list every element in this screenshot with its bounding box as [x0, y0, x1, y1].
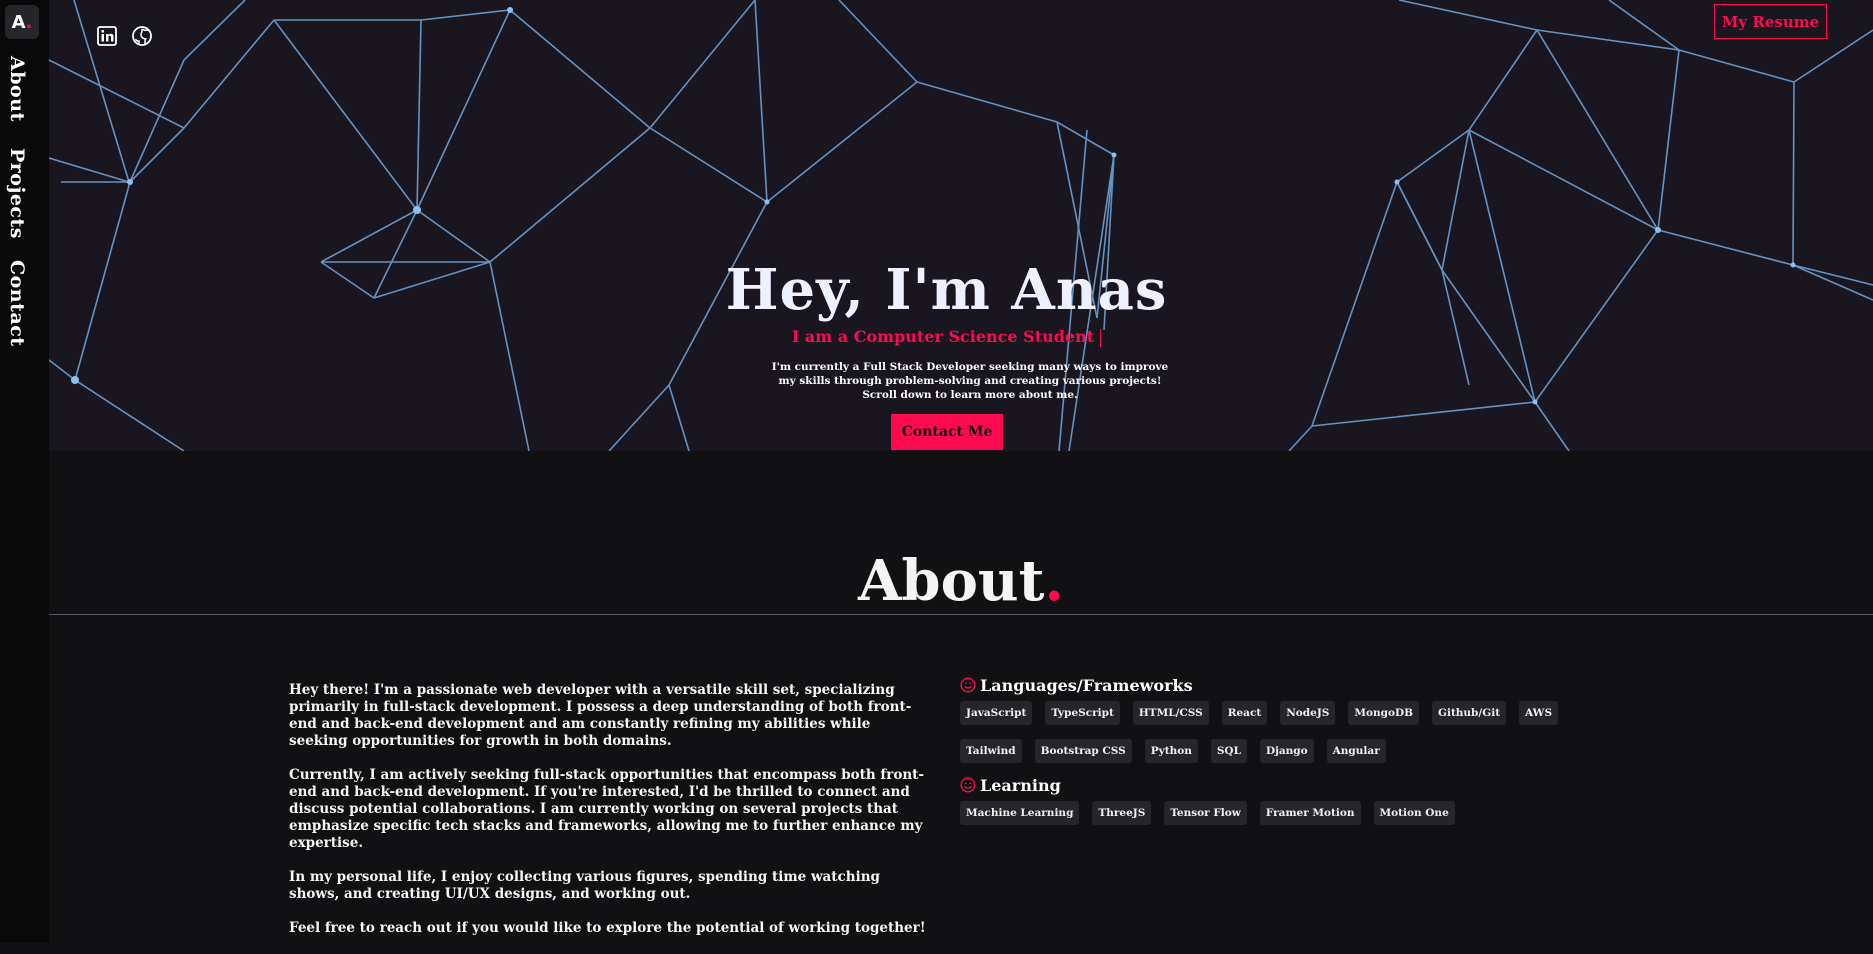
skill-tag: SQL	[1210, 739, 1247, 763]
about-paragraph: Feel free to reach out if you would like…	[289, 920, 926, 936]
about-paragraph: Hey there! I'm a passionate web develope…	[289, 682, 912, 749]
about-bio: Hey there! I'm a passionate web develope…	[289, 682, 929, 954]
contact-me-button[interactable]: Contact Me	[891, 414, 1003, 450]
languages-heading: Languages/Frameworks	[960, 675, 1600, 695]
skill-tag: Tensor Flow	[1164, 801, 1247, 825]
learning-heading: Learning	[960, 775, 1600, 795]
skill-tag: Framer Motion	[1259, 801, 1361, 825]
about-divider	[49, 614, 1873, 615]
skill-tag: Bootstrap CSS	[1034, 739, 1132, 763]
skill-tag: Python	[1144, 739, 1198, 763]
linkedin-icon[interactable]	[95, 24, 119, 48]
skill-tag: Motion One	[1373, 801, 1455, 825]
skills-panel: Languages/Frameworks JavaScript TypeScrip…	[960, 675, 1600, 839]
logo-dot: .	[25, 11, 33, 33]
about-paragraph: In my personal life, I enjoy collecting …	[289, 869, 880, 902]
skill-tag: Django	[1259, 739, 1314, 763]
learning-tag-list: Machine Learning ThreeJS Tensor Flow Framer…	[960, 801, 1600, 839]
hero-section: My Resume Hey, I'm Anas I am a Computer …	[49, 0, 1873, 451]
about-paragraph: Currently, I am actively seeking full-st…	[289, 767, 925, 851]
skill-tag: AWS	[1519, 701, 1559, 725]
smile-icon	[960, 677, 976, 693]
about-title: About.	[49, 548, 1873, 614]
skill-tag: Github/Git	[1431, 701, 1507, 725]
skill-tag: Machine Learning	[960, 801, 1080, 825]
hero-subtitle-text: I am a Computer Science Student	[791, 327, 1095, 346]
hero-title: Hey, I'm Anas	[725, 257, 1168, 323]
sidebar-link-about[interactable]: About	[6, 56, 28, 122]
learning-heading-text: Learning	[980, 775, 1061, 795]
skill-tag: ThreeJS	[1092, 801, 1152, 825]
resume-button[interactable]: My Resume	[1714, 4, 1827, 39]
skill-tag: JavaScript	[960, 701, 1033, 725]
hero-description-line: I'm currently a Full Stack Developer see…	[771, 361, 1169, 373]
sidebar-link-contact[interactable]: Contact	[6, 260, 28, 347]
logo-letter: A	[11, 11, 26, 33]
skill-tag: HTML/CSS	[1132, 701, 1209, 725]
skill-tag: React	[1221, 701, 1268, 725]
typing-caret	[1100, 328, 1102, 347]
skill-tag: Tailwind	[960, 739, 1022, 763]
hero-subtitle: I am a Computer Science Student	[49, 327, 1844, 347]
languages-heading-text: Languages/Frameworks	[980, 675, 1193, 695]
skill-tag: MongoDB	[1348, 701, 1419, 725]
github-icon[interactable]	[130, 24, 154, 48]
sidebar-nav: A. About Projects Contact	[0, 0, 49, 942]
skill-tag: Angular	[1326, 739, 1386, 763]
sidebar-link-projects[interactable]: Projects	[6, 148, 28, 239]
skill-tag: NodeJS	[1280, 701, 1336, 725]
hero-description-line: my skills through problem-solving and cr…	[778, 375, 1162, 387]
about-title-text: About	[857, 548, 1045, 614]
site-logo[interactable]: A.	[5, 5, 39, 39]
languages-tag-list: JavaScript TypeScript HTML/CSS React NodeJS M…	[960, 701, 1600, 777]
skill-tag: TypeScript	[1045, 701, 1120, 725]
hero-description: I'm currently a Full Stack Developer see…	[770, 360, 1170, 402]
about-title-dot: .	[1044, 548, 1065, 614]
smile-icon	[960, 777, 976, 793]
hero-description-line: Scroll down to learn more about me.	[862, 389, 1078, 401]
